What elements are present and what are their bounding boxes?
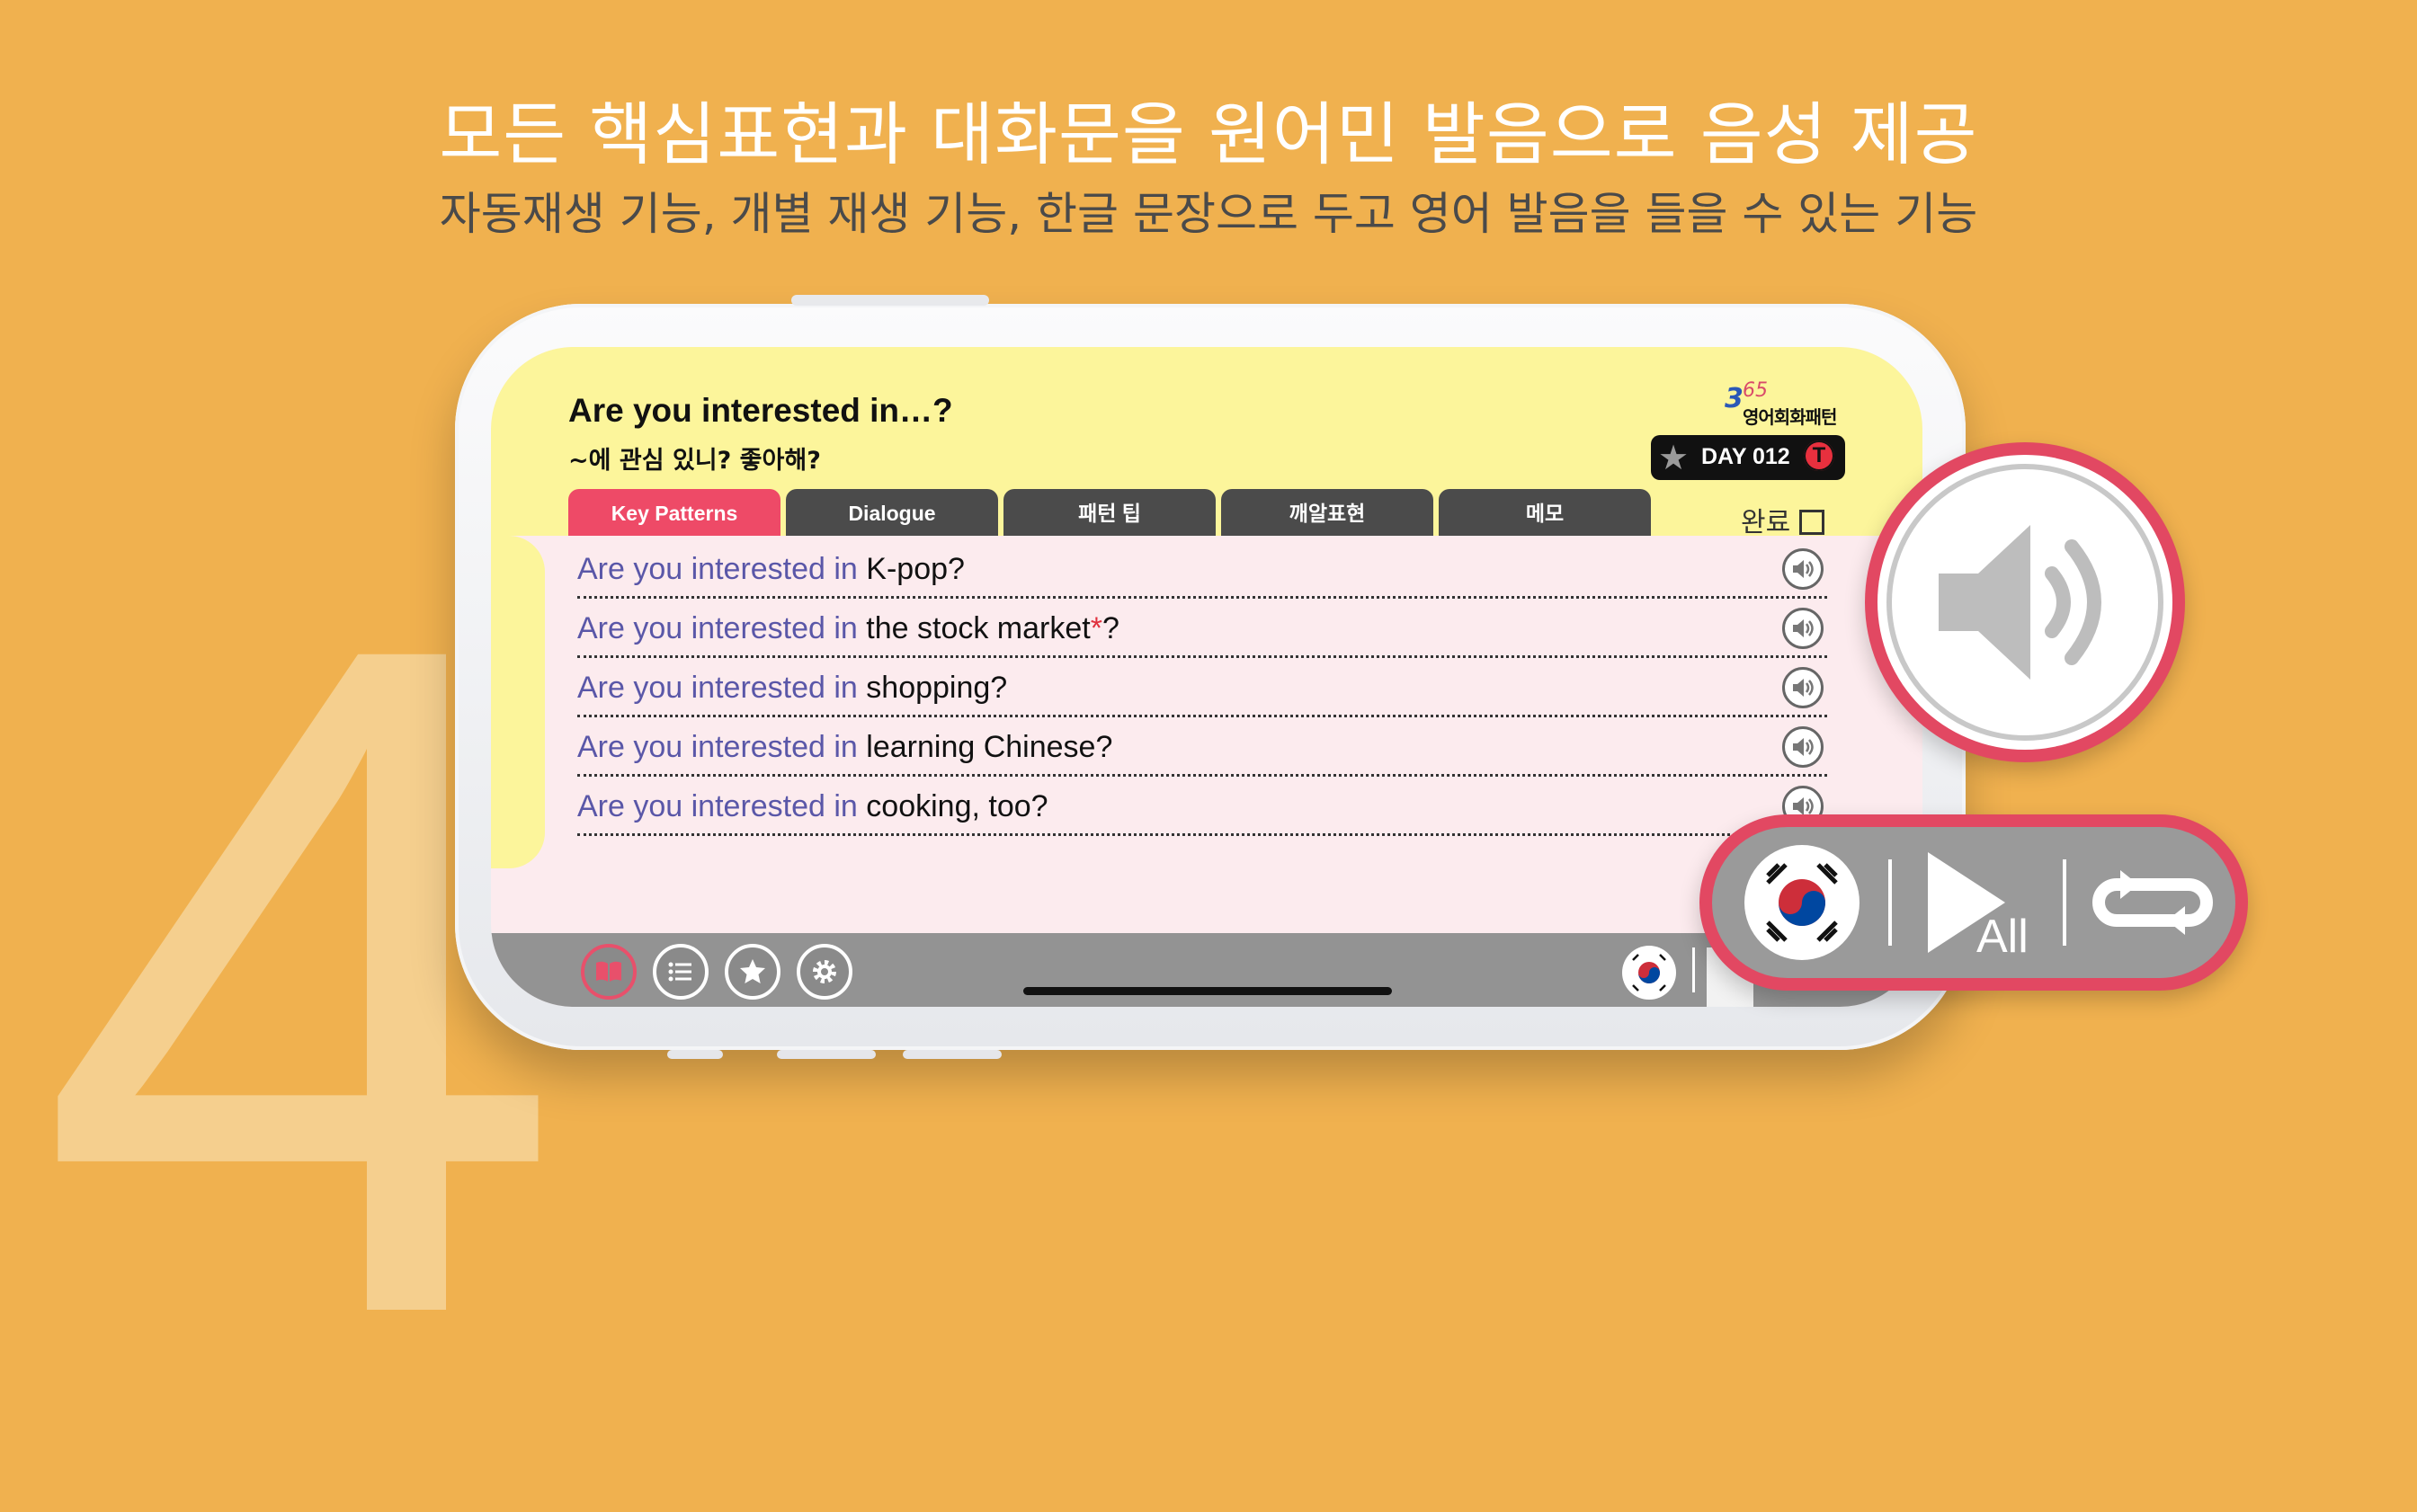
sentence-rest: the stock market	[857, 611, 1091, 645]
list-icon[interactable]	[653, 944, 709, 1000]
tab-key-patterns[interactable]: Key Patterns	[568, 489, 780, 536]
playback-controls: All	[1712, 827, 2235, 978]
speaker-icon[interactable]	[1782, 548, 1824, 590]
test-button[interactable]: T	[1804, 440, 1834, 471]
list-item: Are you interested in K-pop?	[577, 539, 1827, 599]
done-checkbox[interactable]	[1799, 510, 1825, 535]
list-item: Are you interested in cooking, too?	[577, 777, 1827, 836]
star-icon[interactable]: ★	[1658, 439, 1689, 476]
sentence-rest: shopping?	[857, 671, 1008, 705]
phone-volume-button	[667, 1050, 723, 1059]
pattern-list: Are you interested in K-pop? Are you int…	[577, 539, 1827, 836]
tab-expressions[interactable]: 깨알표현	[1221, 489, 1433, 536]
bottom-toolbar	[491, 933, 1922, 1007]
speaker-icon[interactable]	[1782, 667, 1824, 708]
banner-subline: 자동재생 기능, 개별 재생 기능, 한글 문장으로 두고 영어 발음을 들을 …	[439, 188, 1978, 240]
home-indicator	[1023, 987, 1392, 995]
speaker-callout	[1865, 442, 2185, 762]
list-item: Are you interested in learning Chinese?	[577, 717, 1827, 777]
logo-text: 영어회화패턴	[1743, 406, 1837, 428]
tab-memo[interactable]: 메모	[1439, 489, 1651, 536]
speaker-icon	[1886, 464, 2163, 741]
phone-side-button	[791, 295, 989, 306]
pattern-text: Are you interested in	[577, 671, 858, 705]
day-badge[interactable]: ★ DAY 012 T	[1651, 435, 1845, 480]
pattern-subtitle: ~에 관심 있니? 좋아해?	[568, 447, 821, 475]
sentence-rest: K-pop?	[857, 552, 965, 586]
phone-volume-button	[777, 1050, 876, 1059]
done-label: 완료	[1741, 507, 1791, 538]
repeat-icon[interactable]	[2090, 865, 2216, 940]
phone-notch	[491, 536, 545, 868]
sentence-rest: learning Chinese?	[857, 730, 1113, 764]
day-label: DAY 012	[1701, 444, 1790, 469]
speaker-callout-ring	[1877, 455, 2172, 750]
pattern-text: Are you interested in	[577, 789, 858, 823]
pattern-title: Are you interested in…?	[568, 392, 953, 429]
list-item: Are you interested in the stock market*?	[577, 599, 1827, 658]
speaker-icon[interactable]	[1782, 608, 1824, 649]
done-toggle[interactable]: 완료	[1741, 500, 1825, 539]
pattern-text: Are you interested in	[577, 552, 858, 586]
korean-flag-icon[interactable]	[1622, 946, 1676, 1000]
logo-number: 3	[1725, 383, 1744, 414]
footnote-asterisk: *	[1090, 611, 1102, 645]
star-icon[interactable]	[725, 944, 780, 1000]
control-divider	[1888, 859, 1892, 946]
logo-number-small: 65	[1743, 379, 1768, 402]
pattern-text: Are you interested in	[577, 611, 858, 645]
sentence-tail: ?	[1101, 611, 1119, 645]
phone-volume-button	[903, 1050, 1002, 1059]
toolbar-divider	[1692, 947, 1695, 992]
gear-icon[interactable]	[797, 944, 852, 1000]
tab-dialogue[interactable]: Dialogue	[786, 489, 998, 536]
tab-pattern-tip[interactable]: 패턴 팁	[1003, 489, 1216, 536]
list-item: Are you interested in shopping?	[577, 658, 1827, 717]
app-logo: 3 65 영어회화패턴	[1725, 379, 1860, 430]
sentence-rest: cooking, too?	[857, 789, 1048, 823]
korean-flag-icon[interactable]	[1744, 845, 1860, 960]
book-icon[interactable]	[581, 944, 637, 1000]
playback-controls-callout: All	[1699, 814, 2248, 991]
control-divider	[2063, 859, 2066, 946]
pattern-text: Are you interested in	[577, 730, 858, 764]
banner-headline: 모든 핵심표현과 대화문을 원어민 발음으로 음성 제공	[439, 94, 1978, 174]
speaker-icon[interactable]	[1782, 726, 1824, 768]
play-all-label: All	[1976, 911, 2029, 963]
